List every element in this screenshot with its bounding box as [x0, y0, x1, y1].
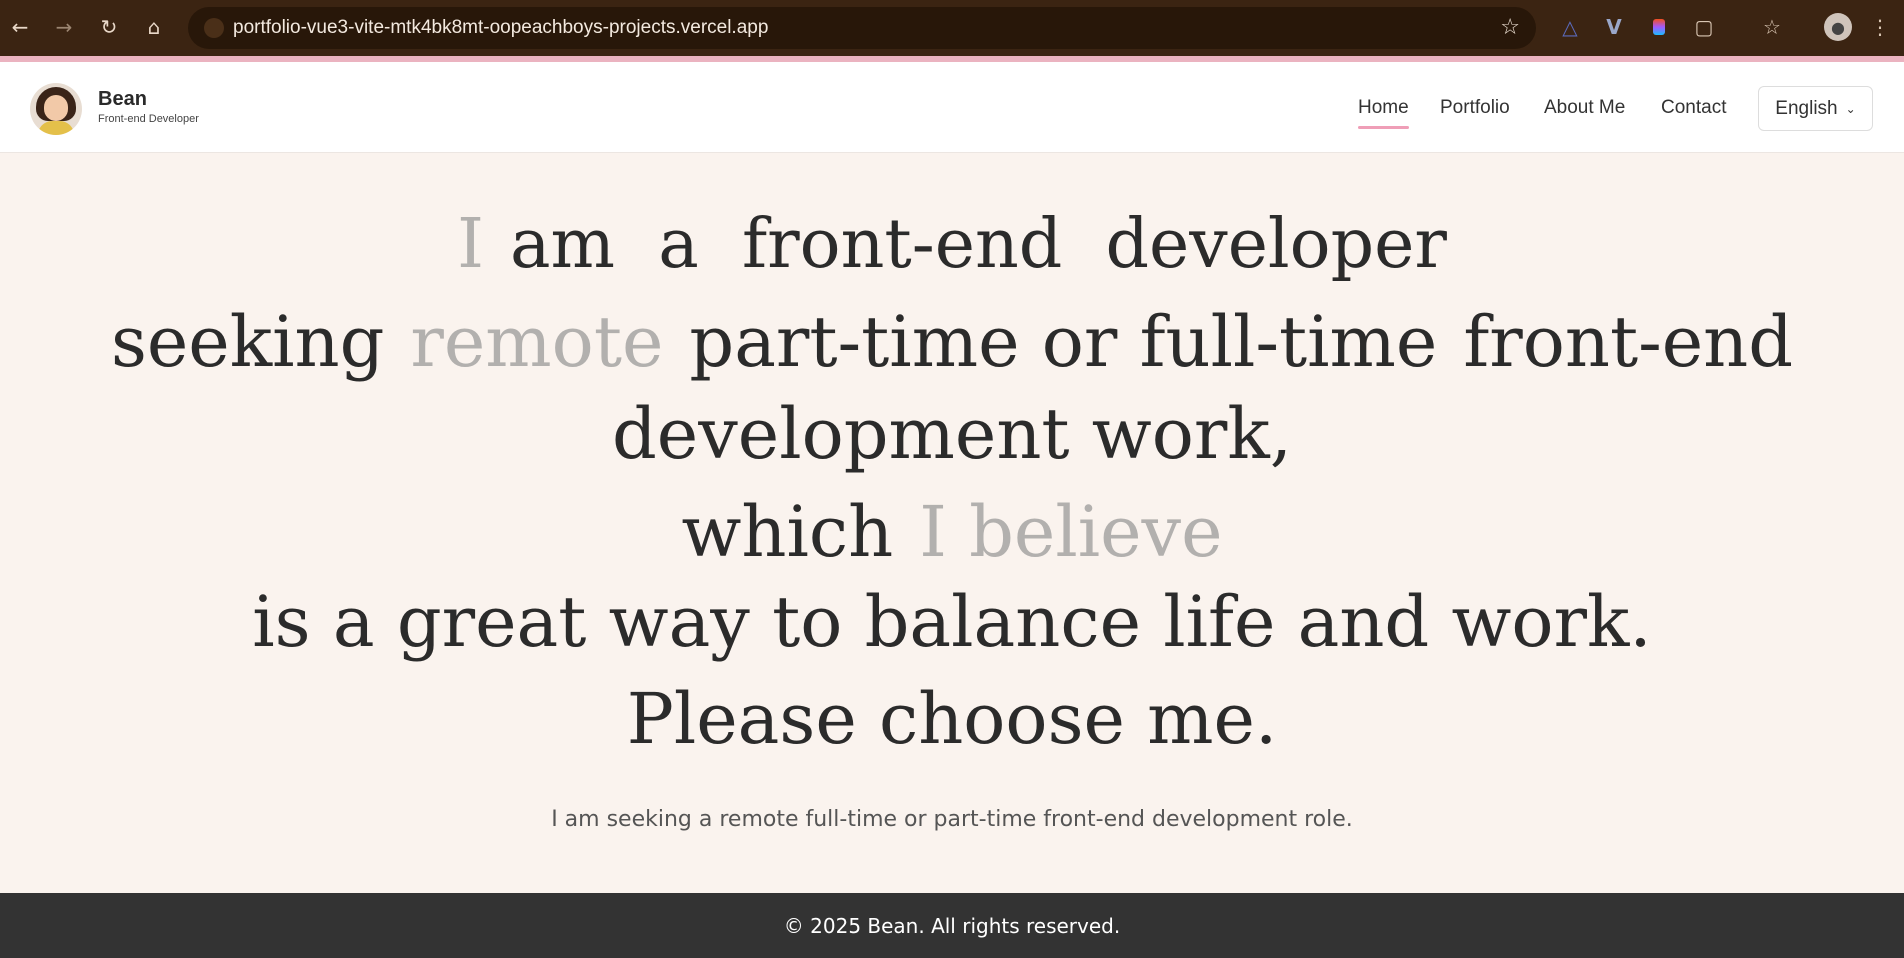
url-text[interactable]: portfolio-vue3-vite-mtk4bk8mt-oopeachboy…	[233, 17, 768, 39]
hero-word-which: which	[681, 491, 894, 573]
browser-toolbar: ← → ↻ ⌂ portfolio-vue3-vite-mtk4bk8mt-oo…	[0, 0, 1904, 56]
hero-word-remote: remote	[410, 301, 664, 383]
nav-portfolio[interactable]: Portfolio	[1440, 97, 1510, 119]
brand-name[interactable]: Bean	[98, 88, 147, 111]
hero-phrase-part-full-time: part-time or full-time	[689, 301, 1438, 383]
hero-line-1-text: am a front-end developer	[509, 205, 1447, 284]
figma-icon[interactable]	[1645, 13, 1673, 41]
hero-line-3: development work,	[611, 393, 1292, 475]
address-bar[interactable]: portfolio-vue3-vite-mtk4bk8mt-oopeachboy…	[188, 7, 1536, 49]
bookmark-star-icon[interactable]: ☆	[1500, 15, 1520, 40]
menu-icon[interactable]: ⋮	[1866, 13, 1894, 41]
forward-icon[interactable]: →	[50, 13, 78, 41]
hero-line-6: Please choose me.	[626, 678, 1278, 760]
language-select[interactable]: English ⌄	[1758, 86, 1873, 131]
brand-role: Front-end Developer	[98, 113, 199, 125]
avatar[interactable]	[30, 83, 82, 135]
hero-word-seeking: seeking	[110, 301, 385, 383]
home-icon[interactable]: ⌂	[140, 13, 168, 41]
chevron-down-icon: ⌄	[1845, 101, 1856, 116]
language-label: English	[1775, 97, 1838, 119]
hero-line-1: Iam a front-end developer	[0, 205, 1904, 284]
hero-section: Iam a front-end developer seeking remote p…	[0, 153, 1904, 893]
hero-tagline: I am seeking a remote full-time or part-…	[551, 807, 1353, 832]
hero-line-2: seeking remote part-time or full-time front…	[0, 301, 1904, 383]
hero-word-i: I	[457, 205, 484, 284]
extensions-puzzle-icon[interactable]: ▢	[1690, 13, 1718, 41]
nav-home[interactable]: Home	[1358, 97, 1409, 129]
footer-copyright: © 2025 Bean. All rights reserved.	[783, 913, 1121, 938]
profile-avatar-icon[interactable]: ●	[1824, 13, 1852, 41]
vue-devtools-icon[interactable]: V	[1600, 13, 1628, 41]
nav-about-me[interactable]: About Me	[1544, 97, 1625, 119]
reading-list-icon[interactable]: ☆	[1758, 13, 1786, 41]
hero-line-4: which I believe	[0, 491, 1904, 573]
hero-word-front-end: front-end	[1463, 301, 1794, 383]
site-header: Bean Front-end Developer Home Portfolio …	[0, 62, 1904, 153]
site-footer: © 2025 Bean. All rights reserved.	[0, 893, 1904, 958]
hero-line-5: is a great way to balance life and work.	[252, 581, 1652, 663]
reload-icon[interactable]: ↻	[95, 13, 123, 41]
extension-icon[interactable]: △	[1556, 13, 1584, 41]
hero-phrase-i-believe: I believe	[919, 491, 1223, 573]
nav-contact[interactable]: Contact	[1661, 97, 1726, 119]
site-settings-icon[interactable]	[204, 18, 224, 38]
back-icon[interactable]: ←	[6, 13, 34, 41]
